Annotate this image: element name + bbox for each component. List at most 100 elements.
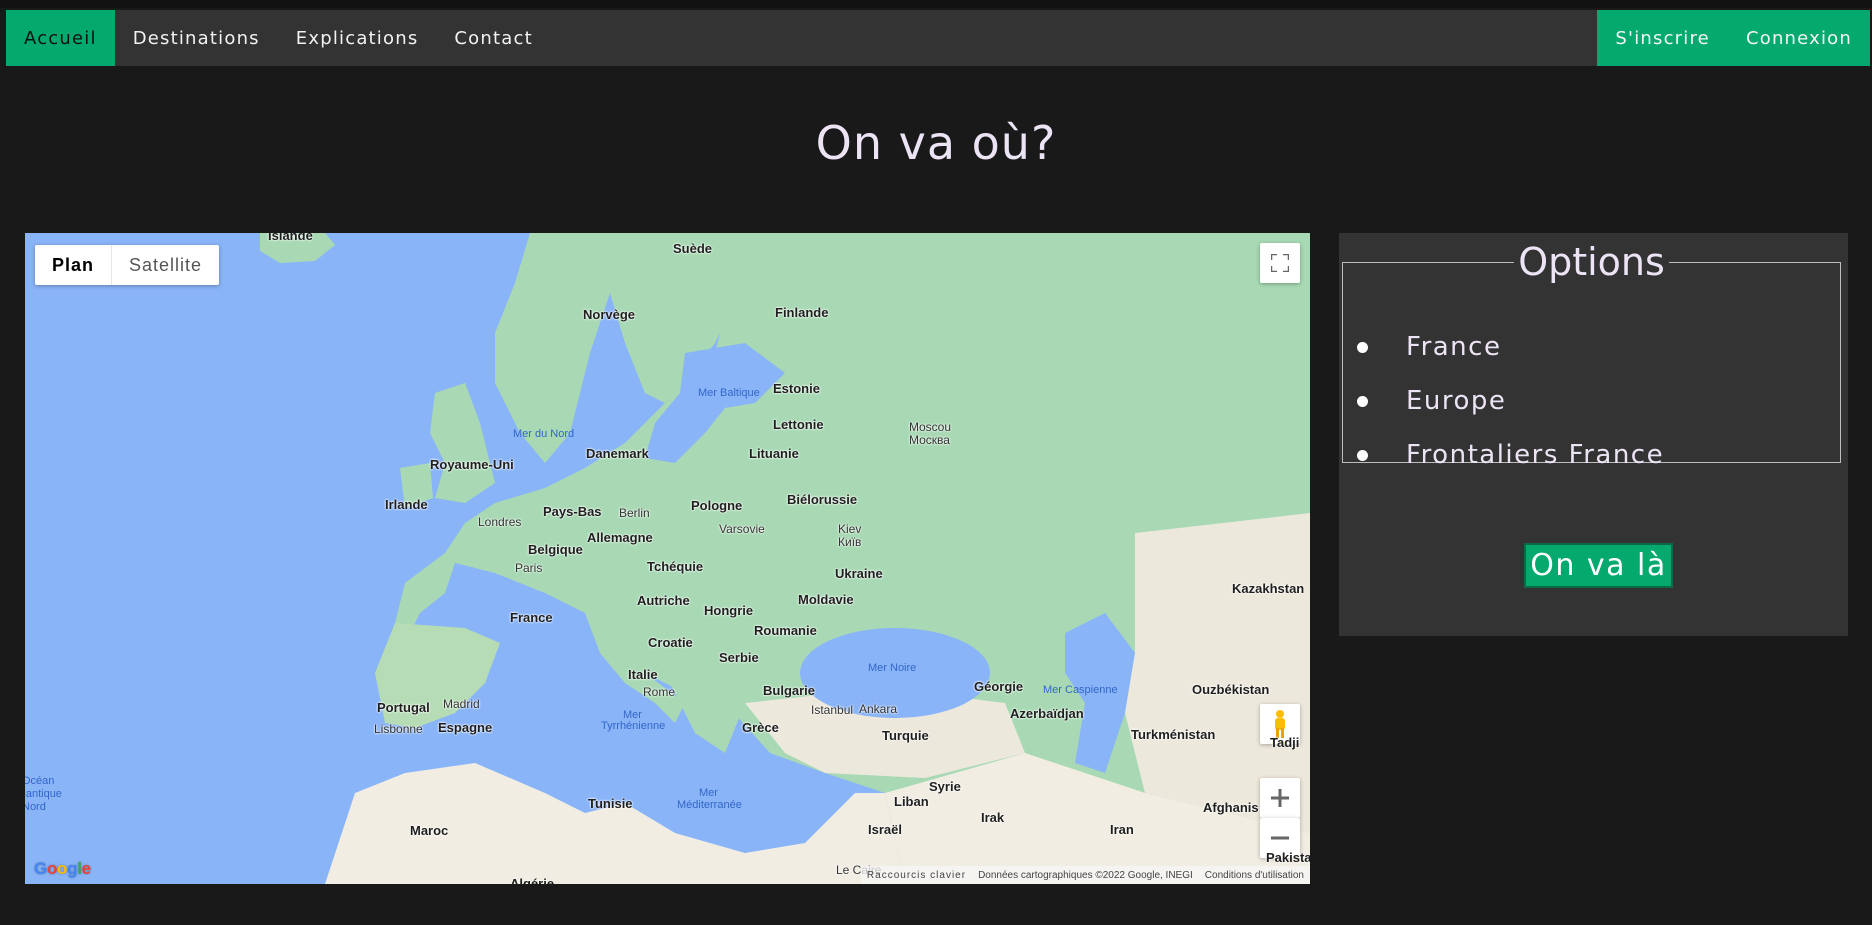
logo-letter: o: [46, 859, 58, 878]
map-label: Italie: [628, 667, 658, 682]
map-label: Serbie: [719, 650, 759, 665]
map-label: Grèce: [742, 720, 779, 735]
map-label: France: [510, 610, 553, 625]
top-edge: [0, 0, 1872, 8]
map-label: Espagne: [438, 720, 493, 735]
map-label: Irak: [981, 810, 1005, 825]
nav-right: S'inscrire Connexion: [1597, 10, 1870, 66]
map-label: Tadji: [1270, 735, 1300, 750]
map-label: Irlande: [385, 497, 428, 512]
map-label: Mer Noire: [868, 662, 917, 674]
nav-explications[interactable]: Explications: [278, 10, 437, 66]
fullscreen-icon: [1271, 254, 1289, 272]
logo-letter: g: [67, 859, 78, 878]
map-label: Paris: [515, 561, 543, 575]
map-label: Mer: [699, 787, 718, 799]
logo-letter: G: [34, 859, 47, 878]
map-label: Suède: [673, 241, 713, 256]
map-label: Ankara: [859, 702, 898, 716]
map-label: Biélorussie: [787, 492, 858, 507]
map[interactable]: Plan Satellite Islande Suède Norvège Fin…: [25, 233, 1310, 884]
map-label: Pologne: [691, 498, 743, 513]
map-label: Danemark: [586, 446, 649, 461]
map-label: Varsovie: [719, 522, 765, 536]
map-label: Istanbul: [811, 703, 854, 717]
option-europe[interactable]: Europe: [1357, 386, 1506, 416]
map-label: Géorgie: [974, 679, 1024, 694]
radio-button[interactable]: [1357, 341, 1368, 353]
map-label: Berlin: [619, 506, 650, 520]
map-label: Portugal: [377, 700, 430, 715]
map-label: Atlantique: [25, 788, 62, 800]
map-label: Estonie: [773, 381, 820, 396]
map-label: Moscou: [909, 420, 952, 434]
page-title: On va où?: [815, 116, 1057, 170]
map-attribution: Données cartographiques ©2022 Google, IN…: [978, 869, 1193, 881]
map-label: Москва: [909, 433, 950, 447]
navbar: Accueil Destinations Explications Contac…: [6, 10, 1870, 66]
nav-contact[interactable]: Contact: [436, 10, 550, 66]
radio-button[interactable]: [1357, 395, 1368, 407]
map-label: Kiev: [838, 522, 862, 536]
map-label: Rome: [643, 685, 676, 699]
map-type-control: Plan Satellite: [35, 245, 220, 285]
map-label: Pakista: [1266, 850, 1310, 865]
map-label: Londres: [478, 515, 522, 529]
nav-destinations[interactable]: Destinations: [115, 10, 278, 66]
map-label: Bulgarie: [763, 683, 816, 698]
logo-letter: o: [57, 859, 68, 878]
option-label: Europe: [1406, 386, 1507, 416]
map-label: Finlande: [775, 305, 829, 320]
map-label: Lituanie: [749, 446, 799, 461]
map-label: Moldavie: [798, 592, 854, 607]
options-legend: Options: [1518, 240, 1665, 284]
map-label: Océan: [25, 775, 55, 787]
map-label: Mer du Nord: [513, 428, 575, 440]
nav-signup[interactable]: S'inscrire: [1597, 10, 1728, 66]
map-label: Norvège: [583, 307, 636, 322]
map-label: Afghanis: [1203, 800, 1259, 815]
map-label: Azerbaïdjan: [1010, 706, 1084, 721]
map-label: Israël: [868, 822, 902, 837]
map-label: Royaume-Uni: [430, 457, 514, 472]
keyboard-shortcuts-link[interactable]: Raccourcis clavier: [867, 870, 966, 881]
radio-button[interactable]: [1357, 449, 1368, 461]
map-label: Nord: [25, 801, 46, 813]
map-footer: Raccourcis clavier Données cartographiqu…: [860, 866, 1310, 884]
map-label: Mer Baltique: [698, 387, 760, 399]
map-label: Roumanie: [754, 623, 817, 638]
map-label: Tyrrhénienne: [601, 720, 666, 732]
zoom-in-icon: [1271, 789, 1289, 807]
map-label: Croatie: [648, 635, 693, 650]
zoom-out-icon: [1271, 836, 1289, 840]
map-label: Autriche: [637, 593, 690, 608]
map-label: Allemagne: [587, 530, 653, 545]
option-frontaliers-france[interactable]: Frontaliers France: [1357, 440, 1664, 470]
map-label: Pays-Bas: [543, 504, 602, 519]
map-label: Liban: [894, 794, 929, 809]
options-panel: Options France Europe Frontaliers France…: [1339, 233, 1848, 636]
map-label: Hongrie: [704, 603, 754, 618]
zoom-in-button[interactable]: [1260, 778, 1300, 818]
submit-button[interactable]: On va là: [1524, 543, 1673, 588]
option-france[interactable]: France: [1357, 332, 1501, 362]
nav-login[interactable]: Connexion: [1727, 10, 1870, 66]
fullscreen-button[interactable]: [1260, 243, 1300, 283]
map-label: Київ: [838, 535, 862, 549]
map-label: Islande: [268, 233, 313, 243]
map-label: Ouzbékistan: [1192, 682, 1270, 697]
terms-link[interactable]: Conditions d'utilisation: [1205, 870, 1304, 881]
map-label: Syrie: [929, 779, 961, 794]
google-logo[interactable]: Google: [34, 859, 91, 879]
option-label: Frontaliers France: [1406, 440, 1665, 470]
map-label: Méditerranée: [677, 799, 742, 811]
map-label: Belgique: [528, 542, 583, 557]
option-label: France: [1406, 332, 1502, 362]
map-label: Lisbonne: [374, 722, 423, 736]
map-type-plan[interactable]: Plan: [35, 245, 113, 285]
nav-left: Accueil Destinations Explications Contac…: [6, 10, 551, 66]
map-label: Algérie: [510, 876, 555, 884]
nav-accueil[interactable]: Accueil: [6, 10, 115, 66]
map-label: Turquie: [882, 728, 929, 743]
map-type-satellite[interactable]: Satellite: [112, 245, 219, 285]
